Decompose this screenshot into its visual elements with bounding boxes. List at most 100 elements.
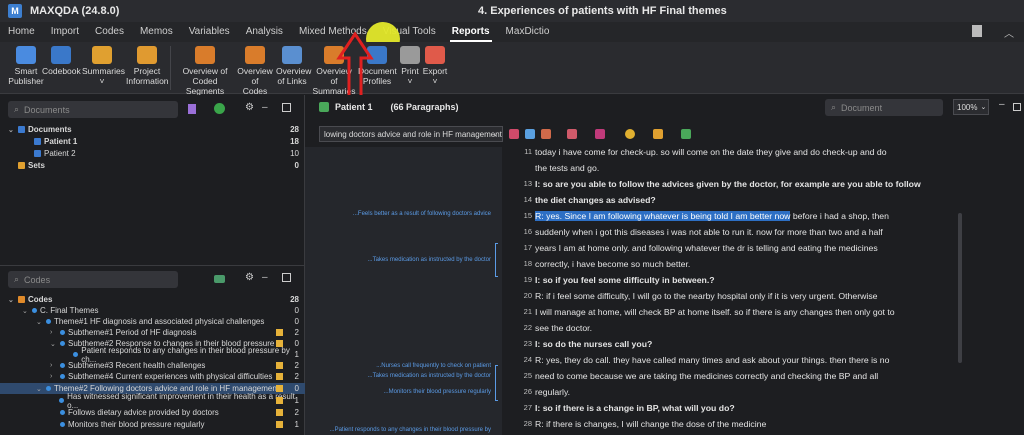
ribbon-divider <box>170 46 171 90</box>
code-marker[interactable]: ...Monitors their blood pressure regular… <box>305 389 491 395</box>
tree-code-dietary-advice[interactable]: Follows dietary advice provided by docto… <box>0 407 305 418</box>
line-number: 16 <box>523 227 532 236</box>
line-number: 23 <box>523 339 532 348</box>
menu-maxdictio[interactable]: MaxDictio <box>498 22 558 42</box>
documents-search[interactable]: ⌕ Documents <box>8 101 178 118</box>
code-bracket <box>495 243 498 277</box>
memo-icon[interactable] <box>276 409 283 416</box>
window-icon[interactable] <box>282 103 291 112</box>
tree-sets[interactable]: Sets 0 <box>0 160 305 171</box>
code-marker[interactable]: ...Nurses call frequently to check on pa… <box>305 363 491 369</box>
code-marker[interactable]: ...Patient responds to any changes in th… <box>305 427 491 433</box>
project-information-button[interactable]: Project Information <box>126 46 169 86</box>
print-button[interactable]: Print ˅ <box>398 46 422 86</box>
text-line: R: if i feel some difficulty, I will go … <box>535 291 878 301</box>
link-icon[interactable] <box>681 129 691 139</box>
tree-documents-root[interactable]: ⌄ Documents 28 <box>0 124 305 135</box>
code-color-icon <box>60 330 65 335</box>
memo-icon[interactable] <box>276 373 283 380</box>
menu-import[interactable]: Import <box>43 22 87 42</box>
code-marker[interactable]: ...Takes medication as instructed by the… <box>305 373 491 379</box>
overview-of-links-button[interactable]: Overview of Links <box>276 46 311 86</box>
tree-code-subtheme-3[interactable]: › Subtheme#3 Recent health challenges 2 <box>0 360 305 371</box>
chevron-right-icon: › <box>50 362 53 369</box>
memo-icon[interactable] <box>276 397 283 404</box>
minimize-icon[interactable]: – <box>262 102 268 113</box>
tree-codes-root[interactable]: ⌄ Codes 28 <box>0 294 305 305</box>
code-in-vivo-icon[interactable] <box>541 129 551 139</box>
tree-code-patient-responds[interactable]: Patient responds to any changes in their… <box>0 346 305 364</box>
minimize-icon[interactable]: – <box>999 99 1005 110</box>
code-color-icon <box>59 398 65 403</box>
document-text[interactable]: today i have come for check-up. so will … <box>535 147 955 435</box>
menu-home[interactable]: Home <box>0 22 43 42</box>
overview-coded-segments-button[interactable]: Overview of Coded Segments <box>174 46 236 96</box>
document-search[interactable]: ⌕ Document <box>825 99 943 116</box>
menu-memos[interactable]: Memos <box>132 22 181 42</box>
tree-code-subtheme-4[interactable]: › Subtheme#4 Current experiences with ph… <box>0 371 305 382</box>
edit-document-icon[interactable] <box>319 102 329 112</box>
text-line: I: so if you feel some difficulty in bet… <box>535 275 715 285</box>
text-line: need to come because we are taking the m… <box>535 371 879 381</box>
zoom-select[interactable]: 100% ⌄ <box>953 99 989 115</box>
window-icon[interactable] <box>1013 103 1021 111</box>
gear-icon[interactable]: ⚙ <box>245 272 254 283</box>
tree-code-subtheme-1[interactable]: › Subtheme#1 Period of HF diagnosis 2 <box>0 327 305 338</box>
new-document-icon[interactable] <box>188 104 196 114</box>
memo-icon[interactable] <box>653 129 663 139</box>
menu-analysis[interactable]: Analysis <box>238 22 291 42</box>
codes-icon <box>18 296 25 303</box>
add-icon[interactable] <box>214 103 225 114</box>
line-number: 15 <box>523 211 532 220</box>
tree-code-witnessed-improvement[interactable]: Has witnessed significant improvement in… <box>0 392 305 410</box>
text-line: see the doctor. <box>535 323 592 333</box>
code-color-icon <box>60 341 65 346</box>
code-selector-dropdown[interactable]: lowing doctors advice and role in HF man… <box>319 126 503 142</box>
vertical-scrollbar[interactable] <box>958 213 962 363</box>
line-number: 22 <box>523 323 532 332</box>
chevron-right-icon: › <box>50 329 53 336</box>
minimize-icon[interactable]: – <box>262 272 268 283</box>
code-color-icon <box>60 410 65 415</box>
memo-icon[interactable] <box>276 362 283 369</box>
codebook-button[interactable]: Codebook <box>42 46 81 76</box>
tree-document-patient-2[interactable]: Patient 2 10 <box>0 148 305 159</box>
document-name: Patient 1 <box>335 102 373 112</box>
collapse-ribbon-icon[interactable]: ︿ <box>1004 25 1014 40</box>
overview-of-links-icon <box>282 46 302 64</box>
line-number: 13 <box>523 179 532 188</box>
menu-variables[interactable]: Variables <box>181 22 238 42</box>
window-icon[interactable] <box>282 273 291 282</box>
paragraph-count: (66 Paragraphs) <box>390 102 459 112</box>
code-marker[interactable]: ...Feels better as a result of following… <box>305 211 491 217</box>
tree-code-final-themes[interactable]: ⌄ C. Final Themes 0 <box>0 305 305 316</box>
codebook-icon <box>51 46 71 64</box>
export-button[interactable]: Export ˅ <box>422 46 448 86</box>
highlight-icon[interactable] <box>567 129 577 139</box>
chevron-down-icon: ⌄ <box>8 296 14 304</box>
code-with-selected-icon[interactable] <box>509 129 519 139</box>
calculator-icon[interactable] <box>972 25 982 37</box>
memo-icon[interactable] <box>276 329 283 336</box>
menu-codes[interactable]: Codes <box>87 22 132 42</box>
summaries-button[interactable]: Summaries ˅ <box>82 46 125 86</box>
gear-icon[interactable]: ⚙ <box>245 102 254 113</box>
code-marker[interactable]: ...Takes medication as instructed by the… <box>305 257 491 263</box>
line-number: 20 <box>523 291 532 300</box>
tree-code-theme-1[interactable]: ⌄ Theme#1 HF diagnosis and associated ph… <box>0 316 305 327</box>
color-code-icon[interactable] <box>595 129 605 139</box>
text-line: the diet changes as advised? <box>535 195 656 205</box>
memo-icon[interactable] <box>276 421 283 428</box>
selected-text[interactable]: R: yes. Since I am following whatever is… <box>535 211 791 221</box>
line-number: 25 <box>523 371 532 380</box>
emoticode-icon[interactable] <box>625 129 635 139</box>
codes-search[interactable]: ⌕ Codes <box>8 271 178 288</box>
tree-document-patient-1[interactable]: Patient 1 18 <box>0 136 305 147</box>
overview-of-codes-button[interactable]: Overview of Codes <box>236 46 274 96</box>
document-icon <box>34 150 41 157</box>
code-new-icon[interactable] <box>525 129 535 139</box>
new-code-icon[interactable] <box>214 275 225 283</box>
tree-code-monitors-bp[interactable]: Monitors their blood pressure regularly … <box>0 419 305 430</box>
text-line: the tests and go. <box>535 163 600 173</box>
menu-reports[interactable]: Reports <box>444 22 498 42</box>
